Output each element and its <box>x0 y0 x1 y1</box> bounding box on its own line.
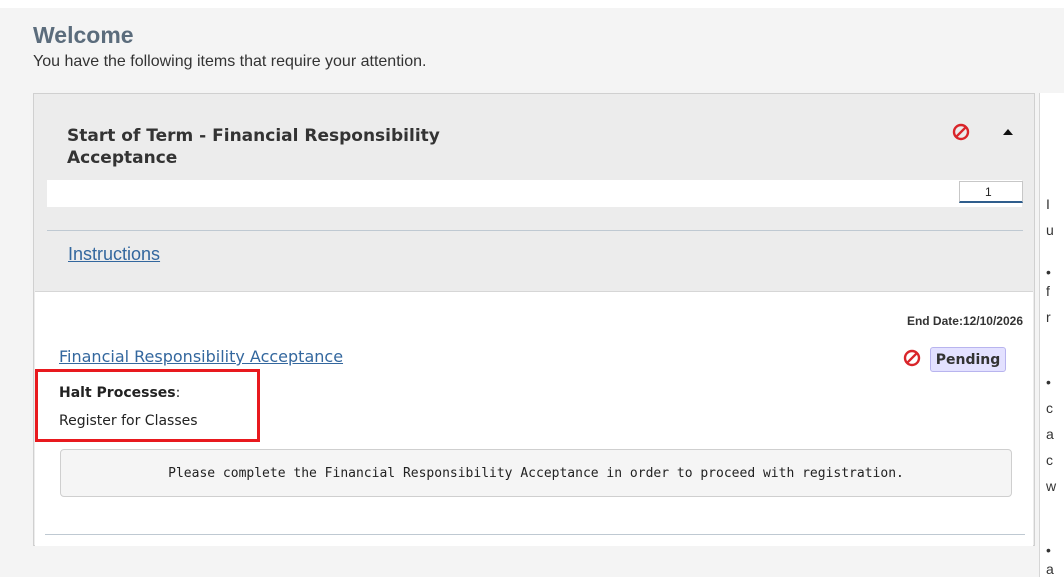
side-text-fragment: c <box>1046 400 1053 416</box>
side-text-fragment: f <box>1046 283 1050 299</box>
page-top-bar <box>0 0 1064 8</box>
instructions-link[interactable]: Instructions <box>68 243 160 265</box>
side-text-fragment: w <box>1046 478 1057 494</box>
page-title: Welcome <box>33 22 134 48</box>
halt-icon <box>952 123 970 146</box>
side-text-fragment: • <box>1046 542 1051 558</box>
divider <box>47 230 1023 231</box>
highlight-box <box>35 369 260 442</box>
side-text-fragment: a <box>1046 561 1054 577</box>
side-text-fragment: • <box>1046 264 1051 280</box>
progress-input[interactable] <box>959 181 1023 203</box>
message-box: Please complete the Financial Responsibi… <box>60 449 1012 497</box>
side-text-fragment: I <box>1046 196 1050 212</box>
progress-bar <box>47 180 1023 207</box>
task-link[interactable]: Financial Responsibility Acceptance <box>59 347 343 367</box>
side-text-fragment: c <box>1046 452 1053 468</box>
notification-card: Start of Term - Financial Responsibility… <box>33 93 1035 546</box>
task-panel: End Date:12/10/2026 Financial Responsibi… <box>35 291 1033 546</box>
side-text-fragment: r <box>1046 309 1051 325</box>
page-subtitle: You have the following items that requir… <box>33 53 427 70</box>
side-text-fragment: • <box>1046 374 1051 390</box>
side-text-fragment: a <box>1046 426 1054 442</box>
card-title: Start of Term - Financial Responsibility… <box>67 126 440 168</box>
side-text-fragment: u <box>1046 222 1054 238</box>
halt-icon <box>903 349 921 372</box>
side-panel: I u • f r • c a c w • a <box>1039 93 1064 577</box>
status-badge: Pending <box>930 347 1006 372</box>
caret-up-icon <box>1003 129 1013 135</box>
divider <box>45 534 1025 535</box>
collapse-button[interactable] <box>1000 125 1016 139</box>
end-date: End Date:12/10/2026 <box>906 314 1023 328</box>
